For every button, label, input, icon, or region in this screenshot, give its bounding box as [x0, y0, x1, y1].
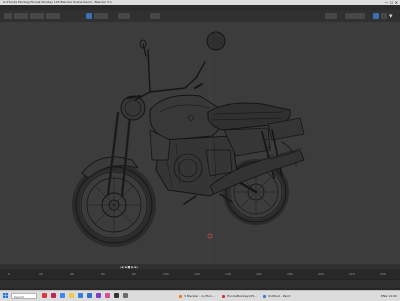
taskbar-adobe-icon[interactable]: [51, 293, 56, 298]
timeline-tick-label: 60: [101, 272, 105, 276]
windows-start-icon[interactable]: [3, 293, 8, 298]
app-icon: [222, 294, 225, 298]
app-icon: [263, 294, 266, 298]
os-taskbar: Search 3 Blender - G:/Hon... HondaMonkey1…: [0, 290, 400, 301]
taskbar-photos-icon[interactable]: [96, 293, 101, 298]
timeline-tick-label: 120: [194, 272, 200, 276]
shading-solid-button[interactable]: [381, 13, 387, 19]
taskbar-honda-monkey-icon[interactable]: [42, 293, 47, 298]
overlay-toggle[interactable]: [325, 13, 337, 19]
global-orientation-button[interactable]: [86, 13, 92, 19]
pivot-dropdown[interactable]: [94, 13, 108, 19]
timeline-tick-label: 160: [256, 272, 262, 276]
timeline-tick-label: 140: [225, 272, 231, 276]
add-menu[interactable]: [46, 13, 60, 19]
taskbar-files-icon[interactable]: [69, 293, 74, 298]
timeline-track[interactable]: [0, 279, 400, 288]
timeline-tick-label: 40: [70, 272, 74, 276]
proportional-edit-toggle[interactable]: [150, 13, 160, 19]
timeline-tick-label: 80: [132, 272, 136, 276]
taskbar-app-label: Untitled - Paint: [268, 293, 291, 298]
xray-toggle[interactable]: [345, 13, 365, 19]
3d-viewport[interactable]: [0, 22, 400, 264]
app-icon: [179, 294, 182, 298]
taskbar-store-icon[interactable]: [78, 293, 83, 298]
taskbar-mail-icon[interactable]: [87, 293, 92, 298]
timeline-ruler: 0 20 40 60 80 100 120 140 160 180 200 220 240: [0, 272, 400, 278]
timeline-tick-label: 100: [163, 272, 169, 276]
taskbar-search-input[interactable]: Search: [11, 292, 37, 299]
taskbar-running-app[interactable]: HondaMonkey125...: [221, 293, 259, 300]
timeline-tick-label: 0: [8, 272, 10, 276]
shading-dropdown-icon[interactable]: ▾: [389, 12, 393, 20]
timeline-tick-label: 240: [380, 272, 386, 276]
taskbar-app-label: HondaMonkey125...: [227, 293, 257, 298]
taskbar-chrome-icon[interactable]: [60, 293, 65, 298]
taskbar-terminal-icon[interactable]: [114, 293, 119, 298]
view-menu[interactable]: [14, 13, 28, 19]
timeline-header: |◀ ◀ ■ ▶ ▶|: [0, 264, 400, 269]
select-menu[interactable]: [30, 13, 44, 19]
motorcycle-wireframe: [72, 22, 305, 264]
front-wheel: [72, 163, 156, 247]
timeline-tick-label: 200: [318, 272, 324, 276]
taskbar-settings-icon[interactable]: [123, 293, 128, 298]
shading-wireframe-button[interactable]: [373, 13, 379, 19]
timeline-tick-label: 220: [349, 272, 355, 276]
timeline-editor[interactable]: |◀ ◀ ■ ▶ ▶| 0 20 40 60 80 100 120 140 160 180 200 2…: [0, 264, 400, 290]
snap-toggle[interactable]: [118, 13, 130, 19]
taskbar-media-icon[interactable]: [105, 293, 110, 298]
editor-type-button[interactable]: [4, 13, 12, 19]
playback-controls[interactable]: |◀ ◀ ■ ▶ ▶|: [120, 265, 138, 269]
timeline-tick-label: 180: [287, 272, 293, 276]
taskbar-running-app[interactable]: Untitled - Paint: [262, 293, 296, 300]
timeline-tick-label: 20: [39, 272, 43, 276]
taskbar-app-label: 3 Blender - G:/Hon...: [184, 293, 215, 298]
taskbar-running-app[interactable]: 3 Blender - G:/Hon...: [178, 293, 218, 300]
